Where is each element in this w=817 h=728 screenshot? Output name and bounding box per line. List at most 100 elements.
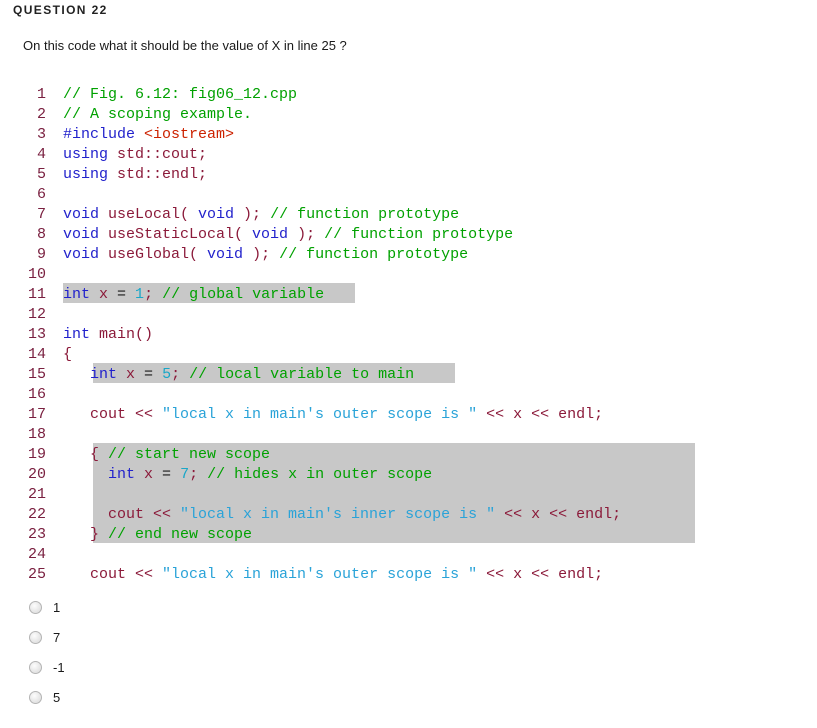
code-line-number: 1 [36, 86, 46, 103]
code-line: 25 cout << "local x in main's outer scop… [0, 565, 621, 585]
code-token-str: "local x in main's inner scope is " [180, 506, 496, 523]
code-token-id: ; [189, 466, 208, 483]
code-token-id: ; [144, 286, 163, 303]
code-token-hdr: <iostream> [144, 126, 235, 143]
code-token-kw: int [63, 326, 100, 343]
code-line: 20 int x = 7; // hides x in outer scope [0, 465, 621, 485]
code-token-id: cout << [63, 406, 163, 423]
code-line: 14 { [0, 345, 621, 365]
code-token-pl: = [144, 366, 163, 383]
code-token-cm: // Fig. 6.12: fig06_12.cpp [63, 86, 298, 103]
code-line: 23 } // end new scope [0, 525, 621, 545]
answer-option-label[interactable]: 7 [53, 630, 60, 645]
answer-option-7[interactable]: 7 [0, 622, 65, 652]
code-line-number: 10 [27, 266, 46, 283]
radio-button-icon[interactable] [29, 600, 42, 614]
code-token-cm: // function prototype [279, 246, 469, 263]
code-line: 6 [0, 185, 621, 205]
code-token-id: ); [243, 246, 280, 263]
code-token-id: { [63, 346, 73, 363]
code-token-kw: void [252, 226, 289, 243]
code-line-number: 9 [36, 246, 46, 263]
code-token-cm: // A scoping example. [63, 106, 253, 123]
code-line-number: 14 [27, 346, 46, 363]
answer-option-neg1[interactable]: -1 [0, 652, 65, 682]
code-line-number: 8 [36, 226, 46, 243]
code-line-text: } // end new scope [46, 525, 252, 545]
code-line-text: void useGlobal( void ); // function prot… [46, 245, 468, 265]
code-line: 3 #include <iostream> [0, 125, 621, 145]
code-line-number: 18 [27, 426, 46, 443]
code-line: 2 // A scoping example. [0, 105, 621, 125]
answer-option-label[interactable]: 5 [53, 690, 60, 705]
radio-button-icon[interactable] [29, 660, 42, 674]
code-listing: 1 // Fig. 6.12: fig06_12.cpp 2 // A scoping… [0, 85, 695, 585]
code-line-number: 12 [27, 306, 46, 323]
code-line: 5 using std::endl; [0, 165, 621, 185]
code-token-id: << x << endl; [495, 506, 622, 523]
code-token-id: cout << [63, 506, 181, 523]
page-title: QUESTION 22 [13, 3, 108, 17]
code-line: 4 using std::cout; [0, 145, 621, 165]
code-line-number: 13 [27, 326, 46, 343]
code-line-text: { // start new scope [46, 445, 270, 465]
code-token-id: { [63, 446, 109, 463]
code-line: 24 [0, 545, 621, 565]
code-line-number: 17 [27, 406, 46, 423]
code-token-cm: // hides x in outer scope [207, 466, 433, 483]
code-line: 7 void useLocal( void ); // function prot… [0, 205, 621, 225]
code-token-id: ); [234, 206, 271, 223]
code-token-kw: void [63, 226, 109, 243]
code-line: 13 int main() [0, 325, 621, 345]
code-line: 16 [0, 385, 621, 405]
code-token-id: ; [171, 366, 190, 383]
code-token-kw: void [63, 206, 109, 223]
code-line-text: using std::cout; [46, 145, 207, 165]
code-token-kw: int [63, 286, 100, 303]
code-line: 19 { // start new scope [0, 445, 621, 465]
code-token-cm: // function prototype [270, 206, 460, 223]
code-line: 12 [0, 305, 621, 325]
radio-button-icon[interactable] [29, 690, 42, 704]
code-line-text: int x = 1; // global variable [46, 285, 324, 305]
code-token-id: << x << endl; [477, 566, 604, 583]
code-token-kw: int [108, 466, 145, 483]
code-line-number: 5 [36, 166, 46, 183]
code-token-cm: // global variable [162, 286, 325, 303]
code-token-id: x [99, 286, 118, 303]
answer-option-1[interactable]: 1 [0, 592, 65, 622]
code-line: 22 cout << "local x in main's inner scop… [0, 505, 621, 525]
code-line: 17 cout << "local x in main's outer scop… [0, 405, 621, 425]
code-token-id: << x << endl; [477, 406, 604, 423]
code-token-kw: int [90, 366, 127, 383]
code-line-text: // Fig. 6.12: fig06_12.cpp [46, 85, 297, 105]
code-line: 10 [0, 265, 621, 285]
code-line-number: 23 [27, 526, 46, 543]
code-token-kw: using [63, 166, 118, 183]
code-line-text: int x = 7; // hides x in outer scope [46, 465, 432, 485]
code-line-number: 11 [27, 286, 46, 303]
code-line-number: 7 [36, 206, 46, 223]
code-line-number: 24 [27, 546, 46, 563]
radio-button-icon[interactable] [29, 630, 42, 644]
code-token-str: "local x in main's outer scope is " [162, 566, 478, 583]
code-token-num: 5 [162, 366, 172, 383]
code-line: 1 // Fig. 6.12: fig06_12.cpp [0, 85, 621, 105]
code-token-kw: void [63, 246, 109, 263]
code-line-number: 21 [27, 486, 46, 503]
code-token-num: 1 [135, 286, 145, 303]
code-line-text: #include <iostream> [46, 125, 234, 145]
code-line-text: using std::endl; [46, 165, 207, 185]
answer-option-5[interactable]: 5 [0, 682, 65, 712]
code-line: 8 void useStaticLocal( void ); // functio… [0, 225, 621, 245]
answer-option-label[interactable]: -1 [53, 660, 65, 675]
answer-option-label[interactable]: 1 [53, 600, 60, 615]
code-line: 21 [0, 485, 621, 505]
code-token-pl: = [117, 286, 136, 303]
code-line-number: 20 [27, 466, 46, 483]
code-line-text: int x = 5; // local variable to main [46, 365, 414, 385]
code-token-id: cout << [63, 566, 163, 583]
code-line-text: cout << "local x in main's outer scope i… [46, 405, 603, 425]
